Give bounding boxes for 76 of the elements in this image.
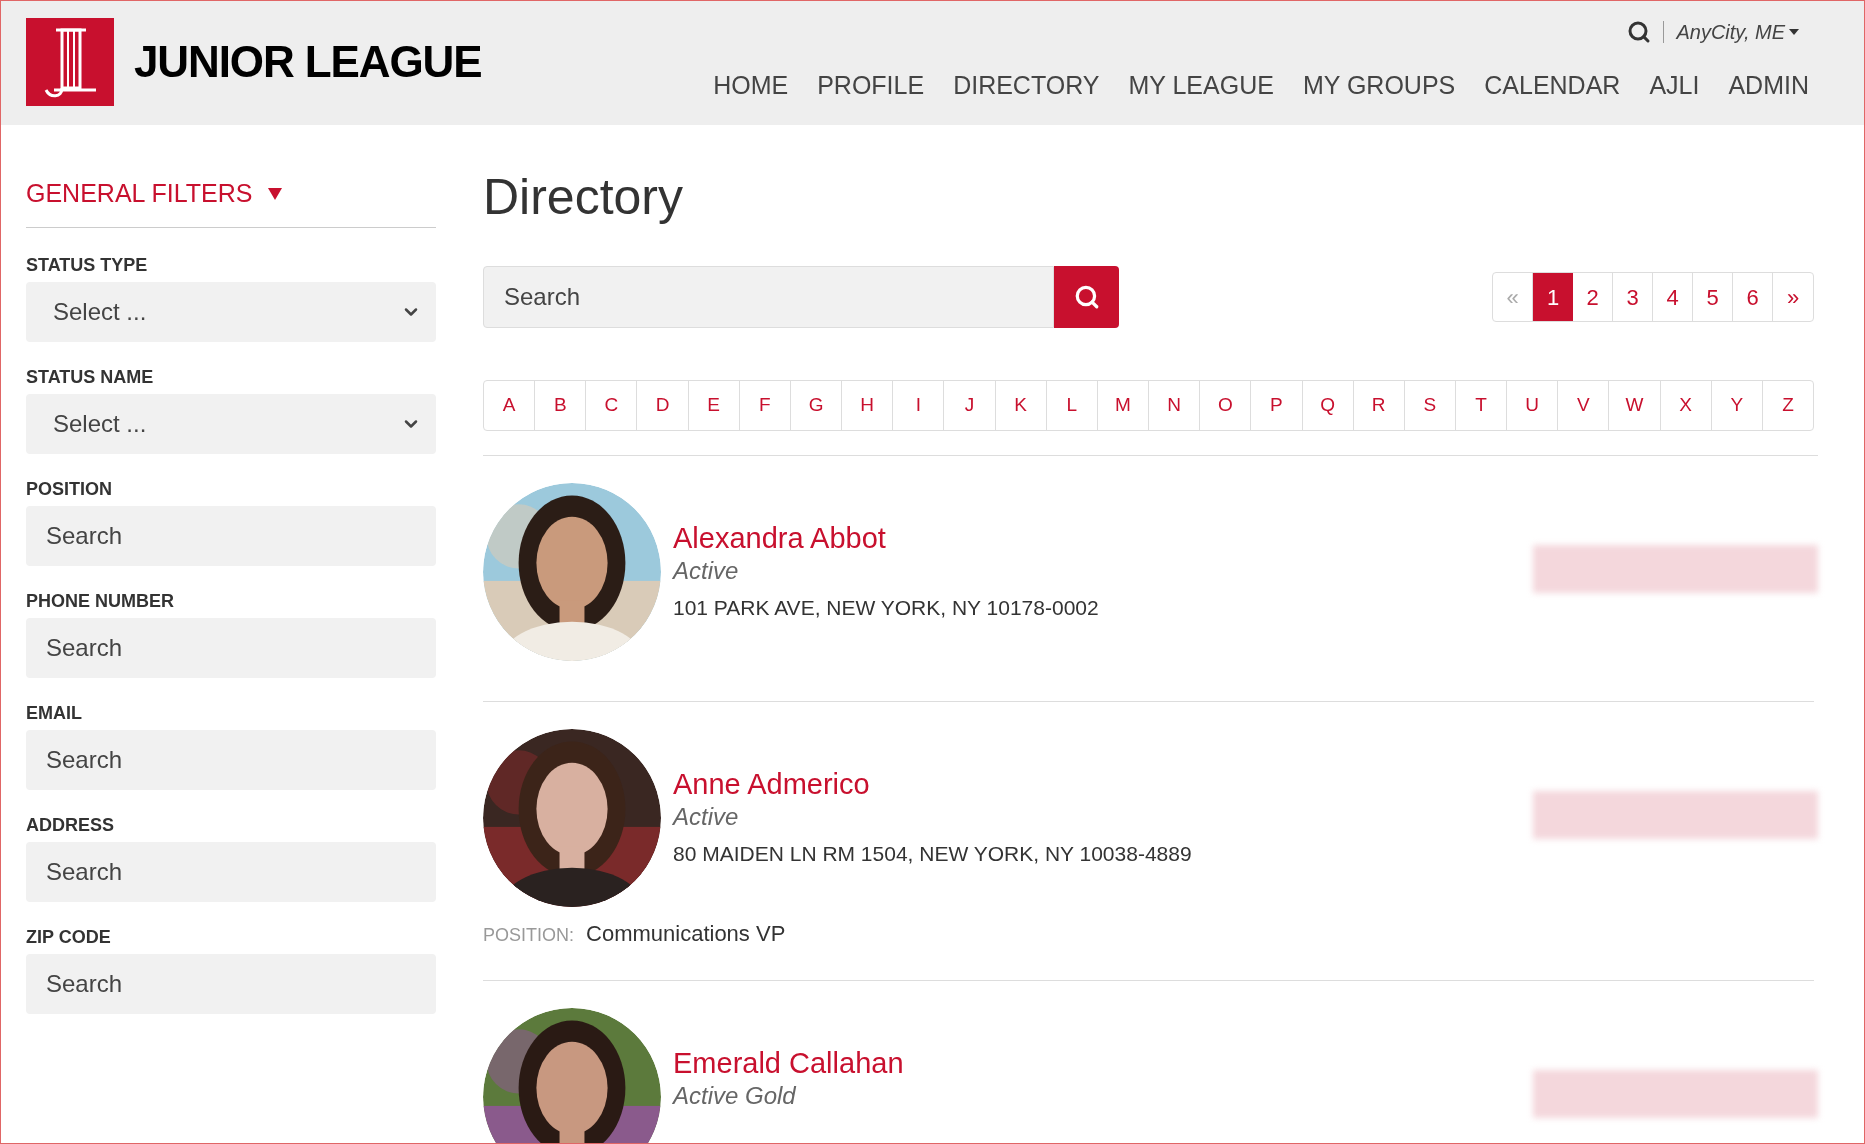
member-status: Active: [673, 556, 740, 586]
logo-text: JUNIOR LEAGUE: [134, 36, 482, 88]
search-field[interactable]: Search: [483, 266, 1054, 328]
nav-link[interactable]: HOME: [713, 67, 789, 105]
letter-link[interactable]: A: [484, 381, 536, 430]
search-field[interactable]: Search: [26, 505, 436, 566]
filter-label: ZIP CODE: [26, 925, 112, 946]
nav-link[interactable]: CALENDAR: [1484, 67, 1621, 105]
letter-link[interactable]: Z: [1762, 381, 1814, 430]
letter-link[interactable]: F: [739, 381, 791, 430]
select-field[interactable]: Select ...: [26, 393, 436, 454]
page-link[interactable]: 1: [1533, 273, 1573, 321]
letter-link[interactable]: U: [1507, 381, 1559, 430]
letter-link[interactable]: J: [944, 381, 996, 430]
search-field[interactable]: Search: [26, 841, 436, 902]
letter-link[interactable]: P: [1251, 381, 1303, 430]
nav-link[interactable]: AJLI: [1649, 67, 1700, 105]
nav-link[interactable]: MY LEAGUE: [1128, 67, 1274, 105]
member-status: Active: [673, 802, 740, 832]
select-field[interactable]: Select ...: [26, 281, 436, 342]
letter-link[interactable]: I: [893, 381, 945, 430]
page-link[interactable]: 4: [1653, 273, 1693, 321]
position-value: Communications VP: [586, 920, 786, 948]
letter-link[interactable]: Y: [1711, 381, 1763, 430]
letter-link[interactable]: T: [1455, 381, 1508, 430]
member-name[interactable]: Anne Admerico: [673, 766, 1192, 802]
filter-label: STATUS TYPE: [26, 253, 149, 274]
nav-link[interactable]: DIRECTORY: [953, 67, 1100, 105]
search-button[interactable]: [1054, 266, 1119, 328]
nav-link[interactable]: PROFILE: [817, 67, 925, 105]
letter-link[interactable]: O: [1200, 381, 1252, 430]
member-status: Active Gold: [673, 1081, 797, 1111]
page-link[interactable]: 6: [1733, 273, 1773, 321]
search-field[interactable]: Search: [26, 617, 436, 678]
search-field[interactable]: Search: [26, 729, 436, 790]
search-icon[interactable]: [1627, 20, 1652, 44]
filter-label: STATUS NAME: [26, 365, 155, 386]
letter-link[interactable]: M: [1097, 381, 1150, 430]
letter-link[interactable]: B: [535, 381, 587, 430]
letter-link[interactable]: Q: [1302, 381, 1354, 430]
letter-link[interactable]: R: [1353, 381, 1405, 430]
letter-link[interactable]: D: [637, 381, 689, 430]
filter-label: POSITION: [26, 477, 113, 498]
filters-toggle[interactable]: GENERAL FILTERS: [26, 175, 283, 213]
page-link[interactable]: 2: [1573, 273, 1613, 321]
next-page-link[interactable]: »: [1773, 273, 1813, 321]
letter-link[interactable]: H: [842, 381, 894, 430]
caret-icon: [1789, 29, 1799, 35]
page-link[interactable]: 3: [1613, 273, 1653, 321]
page-title: Directory: [483, 172, 685, 227]
letter-link[interactable]: K: [995, 381, 1047, 430]
member-name[interactable]: Alexandra Abbot: [673, 520, 1099, 556]
letter-link[interactable]: G: [790, 381, 843, 430]
nav-link[interactable]: MY GROUPS: [1302, 67, 1456, 105]
filter-label: PHONE NUMBER: [26, 589, 175, 610]
letter-link[interactable]: L: [1046, 381, 1098, 430]
member-name[interactable]: Emerald Callahan: [673, 1045, 904, 1081]
page-link[interactable]: 5: [1693, 273, 1733, 321]
position-label: POSITION:: [483, 924, 574, 947]
filter-label: EMAIL: [26, 701, 83, 722]
member-address: 80 MAIDEN LN RM 1504, NEW YORK, NY 10038-4889: [673, 841, 1192, 867]
letter-link[interactable]: X: [1660, 381, 1712, 430]
search-icon: [1073, 284, 1100, 310]
filter-label: ADDRESS: [26, 813, 115, 834]
logo-icon: [26, 18, 114, 106]
letter-link[interactable]: W: [1609, 381, 1661, 430]
triangle-icon: [268, 187, 283, 200]
nav-link[interactable]: ADMIN: [1728, 67, 1809, 105]
location-dropdown[interactable]: AnyCity, ME: [1676, 17, 1799, 47]
search-field[interactable]: Search: [26, 953, 436, 1014]
letter-link[interactable]: C: [586, 381, 638, 430]
letter-link[interactable]: V: [1558, 381, 1610, 430]
letter-link[interactable]: N: [1149, 381, 1201, 430]
member-address: 101 PARK AVE, NEW YORK, NY 10178-0002: [673, 595, 1099, 621]
letter-link[interactable]: S: [1404, 381, 1456, 430]
letter-link[interactable]: E: [688, 381, 740, 430]
